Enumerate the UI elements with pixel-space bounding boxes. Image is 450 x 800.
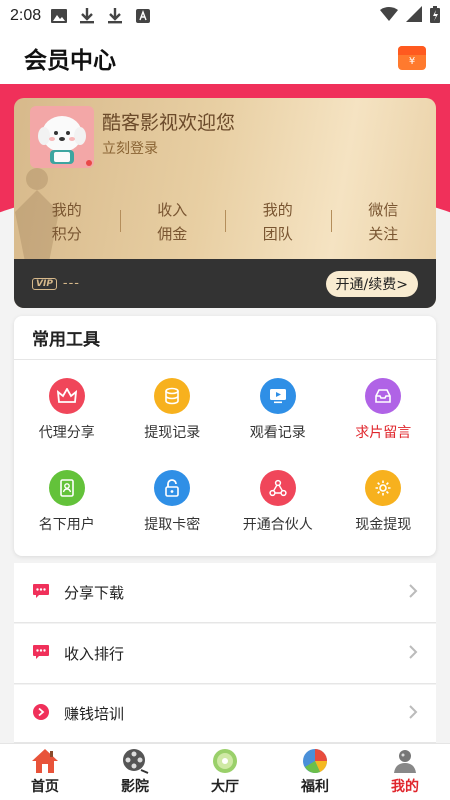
menu-item-earning-training[interactable]: 赚钱培训: [14, 685, 436, 743]
avatar-dog-icon: [38, 116, 86, 164]
member-card: 酷客影视欢迎您 立刻登录 我的 积分 收入 佣金 我的 团队 微信 关注 VIP…: [14, 98, 436, 308]
tab-hall[interactable]: 大厅: [180, 744, 270, 800]
tool-label: 现金提现: [355, 517, 412, 533]
tool-my-users[interactable]: 名下用户: [14, 470, 120, 534]
stat-label: 我的: [262, 201, 293, 219]
login-link[interactable]: 立刻登录: [102, 138, 158, 158]
film-reel-icon: [120, 747, 150, 775]
member-stats: 我的 积分 收入 佣金 我的 团队 微信 关注: [14, 198, 436, 250]
vip-status: ---: [62, 276, 80, 291]
tool-request-message[interactable]: 求片留言: [331, 378, 437, 442]
stat-label: 收入: [157, 201, 188, 219]
vip-bar: VIP --- 开通/续费>: [14, 259, 436, 308]
tools-title: 常用工具: [14, 316, 436, 360]
tool-watch-history[interactable]: 观看记录: [225, 378, 331, 442]
status-bar: 2:08: [0, 0, 450, 32]
profile-icon: [390, 747, 420, 775]
stat-team[interactable]: 我的 团队: [225, 198, 331, 250]
signal-icon: [406, 6, 422, 26]
tab-welfare[interactable]: 福利: [270, 744, 360, 800]
vip-badge: VIP: [32, 277, 57, 290]
wallet-icon[interactable]: ¥: [398, 46, 426, 70]
menu-label: 分享下载: [64, 584, 125, 602]
coins-icon: [154, 378, 191, 414]
tool-label: 名下用户: [38, 517, 95, 533]
tool-label: 求片留言: [355, 425, 412, 441]
disc-icon: [210, 747, 240, 775]
online-dot: [86, 160, 92, 166]
tool-agent-share[interactable]: 代理分享: [14, 378, 120, 442]
chevron-right-icon: [408, 704, 418, 724]
avatar[interactable]: [30, 106, 94, 168]
download-icon: [107, 8, 123, 24]
stat-sublabel: 佣金: [157, 225, 188, 243]
wifi-icon: [380, 7, 398, 25]
tools-panel: 常用工具 代理分享 提现记录 观看记录 求片留言 名下用户 提取卡密 开通合伙人…: [14, 316, 436, 556]
network-icon: [259, 470, 296, 506]
tool-label: 提现记录: [144, 425, 201, 441]
tab-label: 我的: [391, 779, 419, 795]
image-notification-icon: [51, 8, 68, 24]
stat-sublabel: 积分: [51, 225, 82, 243]
tool-cash-withdraw[interactable]: 现金提现: [331, 470, 437, 534]
status-right-icons: [380, 5, 440, 27]
play-circle-icon: [32, 703, 50, 725]
menu-label: 收入排行: [64, 645, 125, 663]
tab-label: 大厅: [211, 779, 239, 795]
tab-label: 首页: [31, 779, 59, 795]
unlock-icon: [154, 470, 191, 506]
menu-label: 赚钱培训: [64, 705, 125, 723]
chat-bubble-icon: [32, 583, 50, 603]
stat-points[interactable]: 我的 积分: [14, 198, 120, 250]
tab-mine[interactable]: 我的: [360, 744, 450, 800]
tab-cinema[interactable]: 影院: [90, 744, 180, 800]
chevron-right-icon: [408, 644, 418, 664]
app-notification-icon: [135, 8, 151, 24]
tab-label: 福利: [301, 779, 329, 795]
play-screen-icon: [259, 378, 296, 414]
bottom-tab-bar: 首页 影院 大厅 福利 我的: [0, 743, 450, 800]
welcome-text: 酷客影视欢迎您: [102, 112, 236, 134]
menu-item-income-ranking[interactable]: 收入排行: [14, 624, 436, 684]
stat-label: 我的: [51, 201, 82, 219]
stat-label: 微信: [368, 201, 399, 219]
user-card-icon: [48, 470, 85, 506]
battery-icon: [430, 5, 440, 27]
tool-become-partner[interactable]: 开通合伙人: [225, 470, 331, 534]
tool-label: 开通合伙人: [242, 517, 313, 533]
menu-item-share-download[interactable]: 分享下载: [14, 563, 436, 623]
tools-grid: 代理分享 提现记录 观看记录 求片留言 名下用户 提取卡密 开通合伙人 现金提现: [14, 378, 436, 534]
status-time: 2:08: [10, 7, 42, 24]
pie-icon: [300, 747, 330, 775]
page-title: 会员中心: [24, 48, 116, 74]
inbox-icon: [365, 378, 402, 414]
tool-label: 代理分享: [38, 425, 95, 441]
stat-sublabel: 团队: [262, 225, 293, 243]
gear-icon: [365, 470, 402, 506]
download-icon: [79, 8, 95, 24]
home-icon: [30, 747, 60, 775]
wallet-symbol: ¥: [408, 56, 416, 67]
stat-sublabel: 关注: [368, 225, 399, 243]
tool-withdraw-records[interactable]: 提现记录: [120, 378, 226, 442]
tab-label: 影院: [121, 779, 149, 795]
open-renew-button[interactable]: 开通/续费>: [325, 270, 418, 297]
chevron-right-icon: [408, 583, 418, 603]
tab-home[interactable]: 首页: [0, 744, 90, 800]
tool-label: 观看记录: [249, 425, 306, 441]
tool-extract-card[interactable]: 提取卡密: [120, 470, 226, 534]
stat-wechat[interactable]: 微信 关注: [330, 198, 437, 250]
app-header: 会员中心 ¥: [0, 32, 450, 84]
tool-label: 提取卡密: [144, 517, 201, 533]
chat-bubble-icon: [32, 644, 50, 664]
crown-icon: [48, 378, 85, 414]
stat-commission[interactable]: 收入 佣金: [119, 198, 226, 250]
